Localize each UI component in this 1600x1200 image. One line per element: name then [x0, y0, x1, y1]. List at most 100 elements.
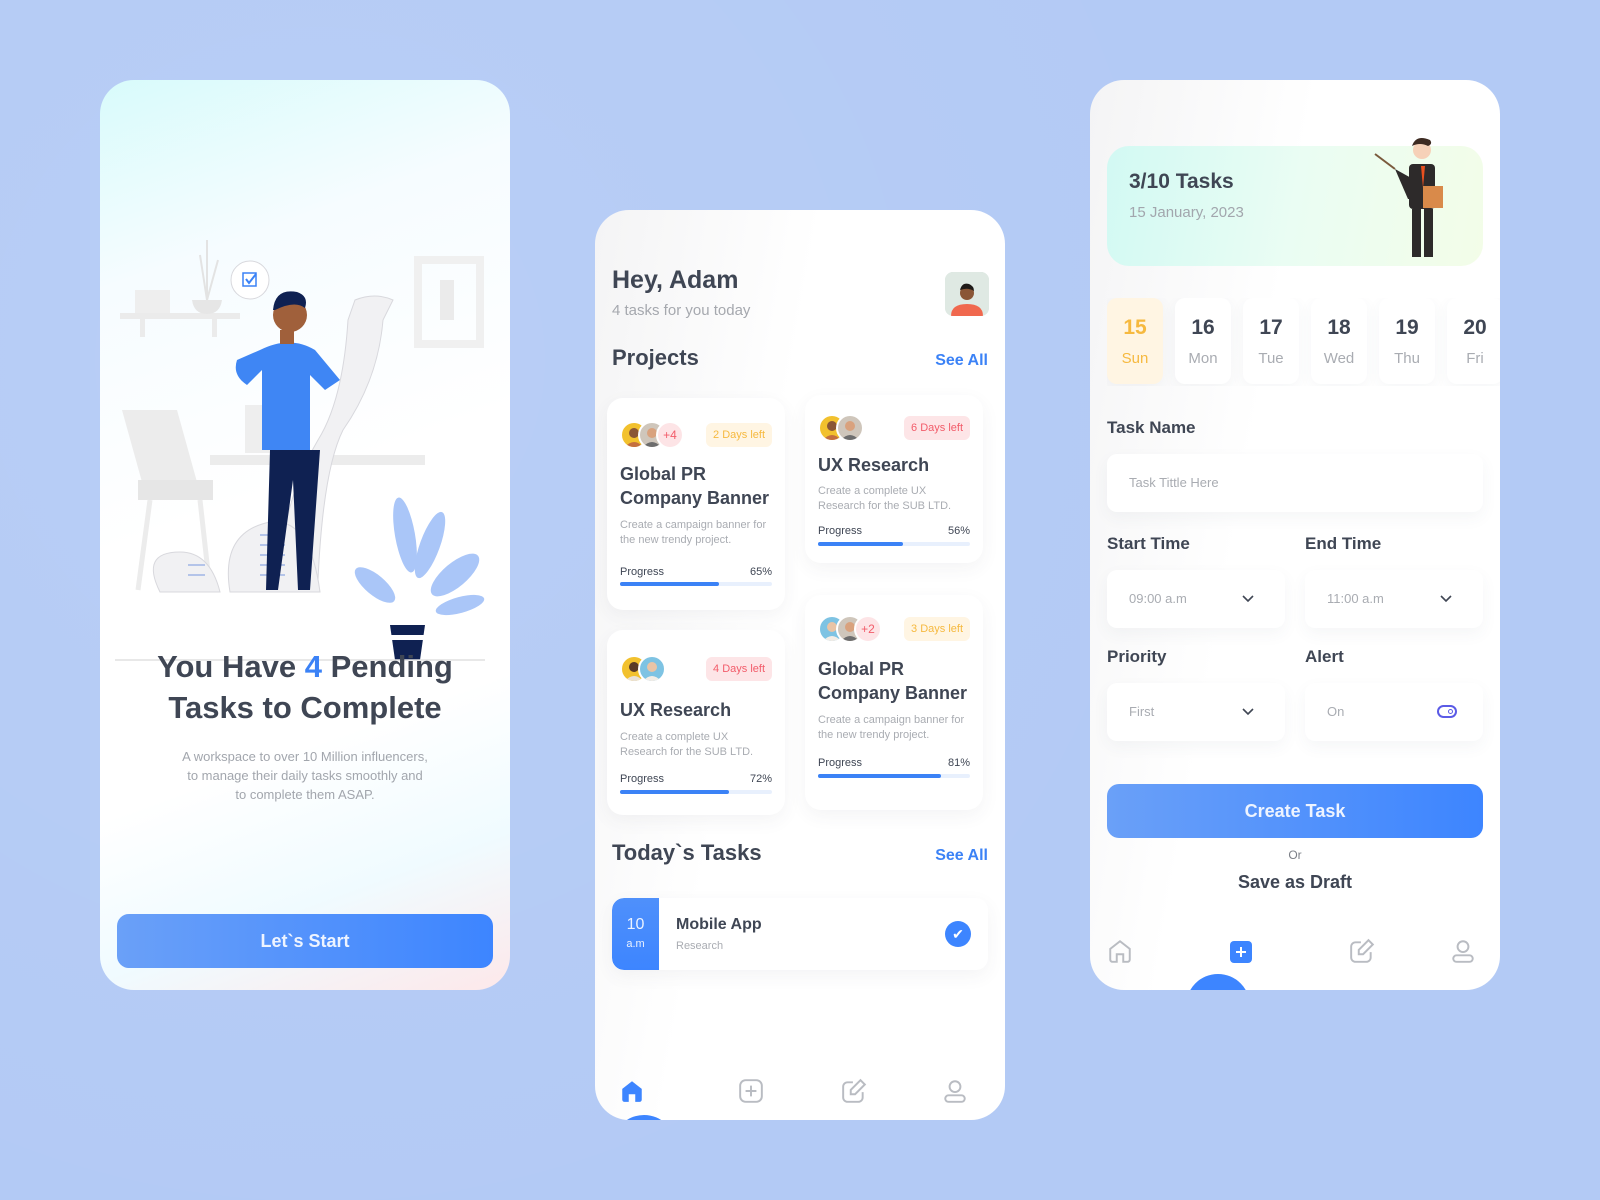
- alert-toggle[interactable]: [1437, 705, 1457, 718]
- chevron-down-icon: [1440, 595, 1452, 603]
- alert-field: On: [1305, 683, 1483, 741]
- presenter-illustration: [1374, 138, 1443, 257]
- project-card[interactable]: 4 Days left UX Research Create a complet…: [607, 630, 785, 815]
- task-done-checkbox[interactable]: ✔: [945, 921, 971, 947]
- progress-bar-fill: [818, 542, 904, 546]
- subtitle-line: to manage their daily tasks smoothly and: [187, 768, 423, 783]
- edit-icon[interactable]: [1349, 938, 1375, 964]
- pending-count: 4: [304, 649, 322, 684]
- day-option[interactable]: 16 Mon: [1175, 298, 1231, 384]
- member-avatars: [620, 655, 680, 683]
- onboarding-screen: You Have 4 Pending Tasks to Complete A w…: [100, 80, 510, 990]
- start-time-label: Start Time: [1107, 534, 1190, 553]
- task-list-illustration: [115, 240, 485, 661]
- extra-members-count: +2: [854, 615, 882, 643]
- end-time-label: End Time: [1305, 534, 1382, 553]
- progress-bar: [818, 774, 970, 778]
- alert-label: Alert: [1305, 647, 1344, 666]
- deadline-badge: 3 Days left: [904, 617, 970, 641]
- task-item[interactable]: 10 a.m Mobile App Research ✔: [612, 898, 988, 970]
- profile-photo-icon: [945, 272, 989, 316]
- deadline-badge: 2 Days left: [706, 423, 772, 447]
- task-name-input[interactable]: Task Tittle Here: [1107, 454, 1483, 512]
- add-icon[interactable]: [738, 1078, 764, 1104]
- project-title: UX Research: [620, 700, 732, 720]
- toggle-knob: [1448, 709, 1453, 714]
- project-card[interactable]: +4 2 Days left Global PR Company Banner …: [607, 398, 785, 610]
- create-task-button[interactable]: Create Task: [1107, 784, 1483, 838]
- progress-value: 56%: [947, 525, 970, 537]
- member-avatars: +2: [818, 615, 908, 643]
- project-description: Create a complete UX Research for the SU…: [620, 731, 754, 758]
- chevron-down-icon: [1242, 708, 1254, 716]
- save-draft-button[interactable]: Save as Draft: [1090, 872, 1500, 893]
- task-time: 10 a.m: [612, 898, 659, 970]
- chevron-down-icon: [1242, 595, 1254, 603]
- title-line-2: Tasks to Complete: [168, 690, 442, 725]
- day-number: 17: [1259, 316, 1283, 339]
- project-title: Global PR Company Banner: [818, 659, 968, 703]
- priority-select[interactable]: First: [1107, 683, 1285, 741]
- day-name: Sun: [1121, 350, 1149, 367]
- summary-date: 15 January, 2023: [1129, 204, 1244, 221]
- lets-start-button[interactable]: Let`s Start: [117, 914, 493, 968]
- edit-icon[interactable]: [841, 1078, 867, 1104]
- deadline-badge: 6 Days left: [904, 416, 970, 440]
- progress-bar-fill: [818, 774, 942, 778]
- subtitle-line: to complete them ASAP.: [235, 787, 375, 802]
- subtitle-line: A workspace to over 10 Million influence…: [182, 749, 428, 764]
- or-divider: Or: [1288, 848, 1302, 862]
- priority-value: First: [1129, 704, 1155, 719]
- progress-label: Progress: [620, 566, 665, 578]
- home-screen: Hey, Adam 4 tasks for you today Projects…: [595, 210, 1005, 1120]
- projects-see-all-link[interactable]: See All: [935, 352, 988, 370]
- profile-icon[interactable]: [942, 1078, 968, 1104]
- member-avatars: [818, 414, 878, 442]
- tasks-see-all-link[interactable]: See All: [935, 847, 988, 865]
- project-card[interactable]: 6 Days left UX Research Create a complet…: [805, 395, 983, 563]
- profile-icon[interactable]: [1450, 938, 1476, 964]
- day-option[interactable]: 17 Tue: [1243, 298, 1299, 384]
- start-time-select[interactable]: 09:00 a.m: [1107, 570, 1285, 628]
- day-option[interactable]: 18 Wed: [1311, 298, 1367, 384]
- day-name: Mon: [1188, 350, 1218, 367]
- title-prefix: You Have: [157, 649, 297, 684]
- end-time-select[interactable]: 11:00 a.m: [1305, 570, 1483, 628]
- task-name: Mobile App: [676, 916, 762, 933]
- end-time-value: 11:00 a.m: [1327, 591, 1384, 606]
- date-picker: 15 Sun 16 Mon 17 Tue 18 Wed 19 Thu 20 Fri: [1107, 298, 1500, 386]
- project-description: Create a complete UX Research for the SU…: [818, 485, 952, 512]
- extra-members-count: +4: [656, 421, 684, 449]
- day-option[interactable]: 20 Fri: [1447, 298, 1500, 384]
- day-option[interactable]: 19 Thu: [1379, 298, 1435, 384]
- day-number: 15: [1123, 316, 1147, 339]
- project-title: UX Research: [818, 455, 930, 475]
- day-number: 16: [1191, 316, 1215, 339]
- start-time-value: 09:00 a.m: [1129, 591, 1187, 606]
- progress-bar: [620, 790, 772, 794]
- home-icon[interactable]: [1107, 938, 1133, 964]
- task-summary: 3/10 Tasks: [1129, 170, 1234, 193]
- day-option[interactable]: 15 Sun: [1107, 298, 1163, 384]
- todays-tasks-title: Today`s Tasks: [612, 840, 762, 865]
- home-icon[interactable]: [619, 1078, 645, 1104]
- day-name: Thu: [1394, 350, 1420, 367]
- active-tab-indicator: [1186, 974, 1250, 990]
- member-avatar: [836, 414, 864, 442]
- profile-avatar[interactable]: [945, 272, 989, 316]
- progress-bar-fill: [620, 790, 730, 794]
- progress-label: Progress: [620, 773, 665, 785]
- bottom-nav: [1090, 938, 1500, 990]
- day-number: 18: [1327, 316, 1351, 339]
- bottom-nav: [595, 1078, 1005, 1120]
- add-icon[interactable]: [1230, 941, 1252, 963]
- priority-label: Priority: [1107, 647, 1167, 666]
- project-card[interactable]: +2 3 Days left Global PR Company Banner …: [805, 595, 983, 810]
- projects-title: Projects: [612, 345, 699, 370]
- day-name: Wed: [1323, 350, 1355, 367]
- task-hour: 10: [626, 916, 645, 933]
- day-number: 20: [1463, 316, 1487, 339]
- day-number: 19: [1395, 316, 1419, 339]
- progress-value: 81%: [947, 757, 970, 769]
- checkmark-icon: ✔: [952, 926, 964, 942]
